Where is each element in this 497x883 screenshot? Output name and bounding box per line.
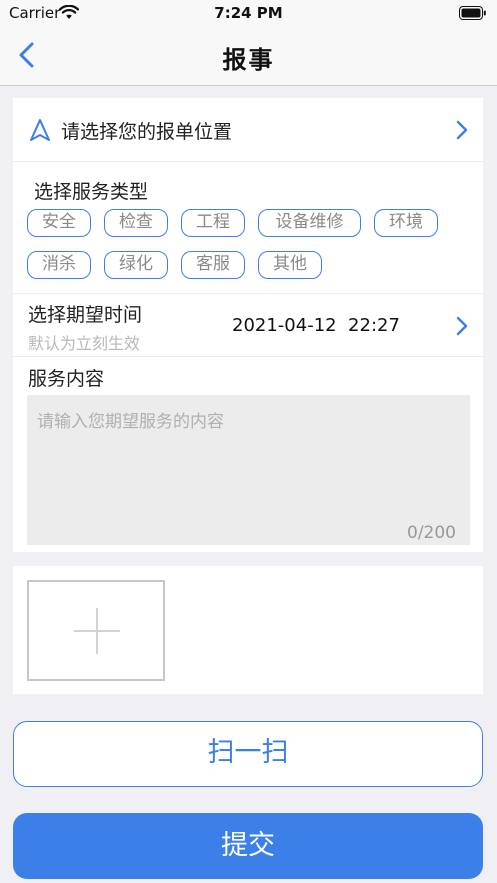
status-time: 7:24 PM bbox=[214, 4, 283, 22]
time-title: 选择期望时间 bbox=[28, 304, 143, 326]
tag-greening[interactable]: 绿化 bbox=[104, 251, 168, 279]
tag-environment[interactable]: 环境 bbox=[374, 209, 438, 237]
time-selector[interactable]: 选择期望时间 默认为立刻生效 2021-04-12 22:27 bbox=[13, 293, 483, 357]
status-bar: Carrier 7:24 PM bbox=[0, 0, 497, 26]
tag-safety[interactable]: 安全 bbox=[27, 209, 91, 237]
add-photo-button[interactable] bbox=[27, 580, 165, 681]
navigation-arrow-icon bbox=[29, 118, 51, 146]
tag-equipment-repair[interactable]: 设备维修 bbox=[258, 209, 361, 237]
tag-engineering[interactable]: 工程 bbox=[181, 209, 245, 237]
chevron-right-icon bbox=[455, 316, 469, 340]
report-form-card: 请选择您的报单位置 选择服务类型 安全 检查 工程 设备维修 环境 消杀 绿化 … bbox=[13, 98, 483, 552]
photo-card bbox=[13, 566, 483, 694]
navigation-bar: 报事 bbox=[0, 26, 497, 86]
service-content-title: 服务内容 bbox=[28, 368, 105, 390]
tag-other[interactable]: 其他 bbox=[258, 251, 322, 279]
battery-icon bbox=[459, 5, 487, 20]
tag-inspection[interactable]: 检查 bbox=[104, 209, 168, 237]
char-counter: 0/200 bbox=[407, 523, 456, 543]
time-hint: 默认为立刻生效 bbox=[28, 334, 141, 353]
service-content-input[interactable] bbox=[27, 395, 470, 545]
tag-disinfection[interactable]: 消杀 bbox=[27, 251, 91, 279]
service-type-title: 选择服务类型 bbox=[34, 181, 149, 203]
location-selector[interactable]: 请选择您的报单位置 bbox=[13, 98, 483, 162]
scan-button[interactable]: 扫一扫 bbox=[13, 721, 483, 787]
chevron-right-icon bbox=[455, 120, 469, 144]
submit-button[interactable]: 提交 bbox=[13, 813, 483, 879]
location-label: 请选择您的报单位置 bbox=[61, 121, 233, 143]
page-title: 报事 bbox=[222, 46, 275, 74]
time-value: 2021-04-12 22:27 bbox=[232, 315, 400, 336]
tag-customer-service[interactable]: 客服 bbox=[181, 251, 245, 279]
